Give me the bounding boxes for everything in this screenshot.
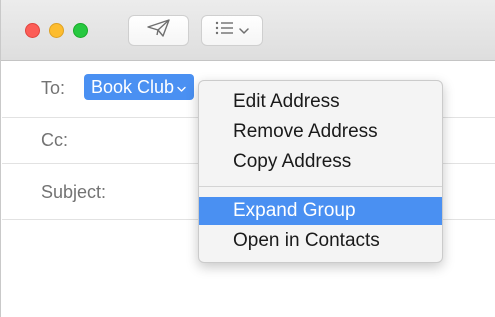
to-label: To: <box>41 78 66 98</box>
subject-label: Subject: <box>41 182 107 202</box>
recipient-token-book-club[interactable]: Book Club <box>84 74 195 100</box>
menu-item-label: Open in Contacts <box>233 230 380 251</box>
menu-item-label: Edit Address <box>233 91 340 112</box>
chevron-down-icon <box>239 22 249 40</box>
chevron-down-icon[interactable] <box>177 77 186 98</box>
menu-item-label: Copy Address <box>233 151 352 172</box>
menu-item-edit-address[interactable]: Edit Address <box>199 88 442 116</box>
zoom-window-button[interactable] <box>73 23 88 38</box>
toolbar <box>1 0 495 61</box>
format-list-button[interactable] <box>201 15 263 46</box>
mail-compose-window: To: Book Club Cc: Subject: Edit Address … <box>0 0 495 317</box>
recipient-token-label: Book Club <box>91 76 175 97</box>
send-button[interactable] <box>128 15 189 46</box>
menu-separator <box>199 186 442 187</box>
menu-item-remove-address[interactable]: Remove Address <box>199 118 442 146</box>
recipient-context-menu: Edit Address Remove Address Copy Address… <box>198 80 443 263</box>
menu-item-label: Remove Address <box>233 121 378 142</box>
paper-plane-icon <box>146 18 172 43</box>
menu-item-copy-address[interactable]: Copy Address <box>199 148 442 176</box>
cc-label: Cc: <box>41 130 68 150</box>
minimize-window-button[interactable] <box>49 23 64 38</box>
menu-item-label: Expand Group <box>233 200 356 221</box>
menu-item-expand-group[interactable]: Expand Group <box>199 197 442 225</box>
menu-item-open-in-contacts[interactable]: Open in Contacts <box>199 227 442 255</box>
close-window-button[interactable] <box>25 23 40 38</box>
list-icon <box>215 21 235 40</box>
